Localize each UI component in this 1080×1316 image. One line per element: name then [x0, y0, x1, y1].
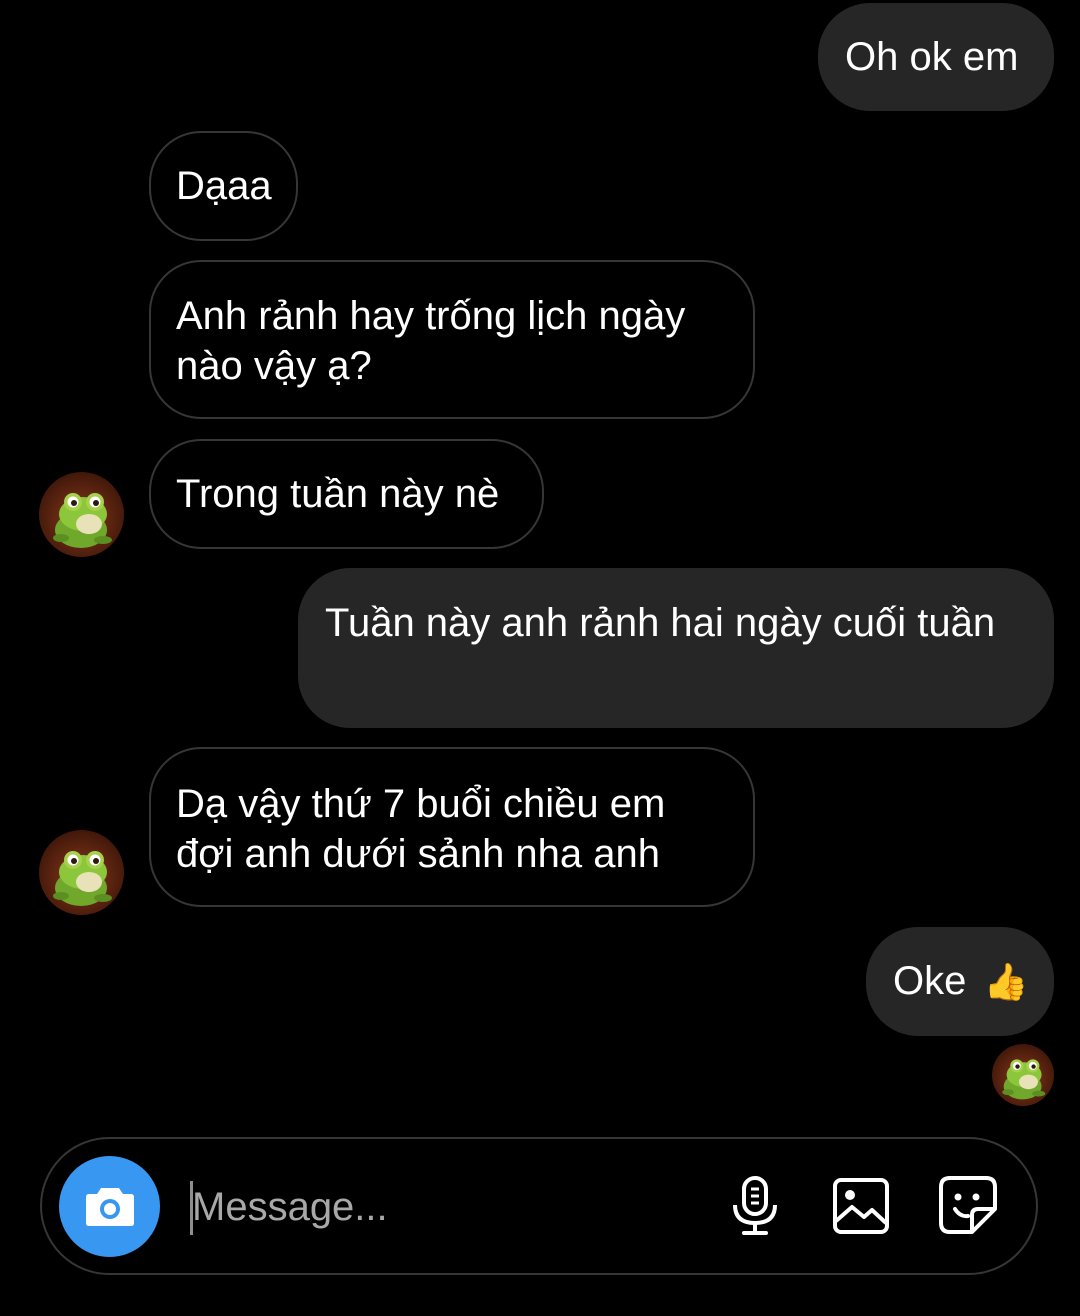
- message-text: Trong tuần này nè: [176, 472, 500, 516]
- sent-message-bubble[interactable]: Oh ok em: [818, 3, 1054, 111]
- camera-icon: [86, 1188, 134, 1226]
- message-text: Anh rảnh hay trống lịch ngày nào vậy ạ?: [176, 294, 686, 388]
- received-message-bubble[interactable]: Dạ vậy thứ 7 buổi chiều em đợi anh dưới …: [149, 747, 755, 907]
- received-message-bubble[interactable]: Trong tuần này nè: [149, 439, 544, 549]
- gallery-icon[interactable]: [832, 1177, 890, 1235]
- camera-button[interactable]: [59, 1156, 160, 1257]
- received-message-bubble[interactable]: Dạaa: [149, 131, 298, 241]
- seen-avatar: [992, 1044, 1054, 1106]
- contact-avatar[interactable]: [39, 830, 124, 915]
- received-message-bubble[interactable]: Anh rảnh hay trống lịch ngày nào vậy ạ?: [149, 260, 755, 419]
- message-text: Dạaa: [176, 164, 272, 208]
- frog-avatar-icon: [992, 1044, 1054, 1106]
- microphone-icon[interactable]: [730, 1175, 780, 1237]
- contact-avatar[interactable]: [39, 472, 124, 557]
- message-composer: [40, 1137, 1038, 1275]
- message-text: Oke: [893, 959, 967, 1003]
- message-text: Tuần này anh rảnh hai ngày cuối tuần: [325, 601, 996, 645]
- message-text: Dạ vậy thứ 7 buổi chiều em đợi anh dưới …: [176, 782, 666, 876]
- thumbs-up-emoji: 👍: [983, 961, 1029, 1002]
- frog-avatar-icon: [39, 472, 124, 557]
- message-input[interactable]: [192, 1177, 692, 1237]
- sent-message-bubble[interactable]: Tuần này anh rảnh hai ngày cuối tuần: [298, 568, 1054, 728]
- message-text: Oh ok em: [845, 35, 1019, 79]
- sent-message-bubble[interactable]: Oke 👍: [866, 927, 1054, 1036]
- sticker-icon[interactable]: [938, 1175, 998, 1235]
- frog-avatar-icon: [39, 830, 124, 915]
